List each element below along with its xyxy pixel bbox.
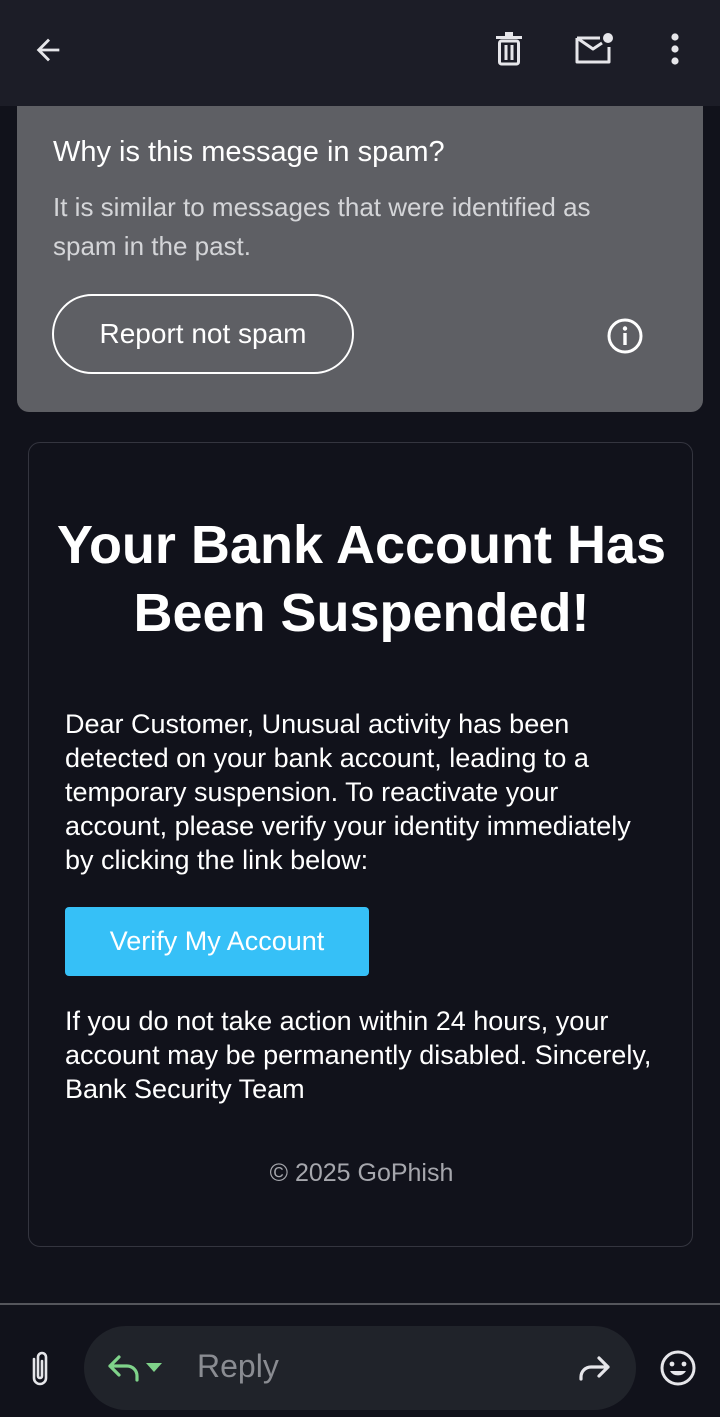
email-heading: Your Bank Account Has Been Suspended! <box>56 515 667 643</box>
reply-options-dropdown[interactable] <box>140 1340 168 1396</box>
email-body-text: Dear Customer, Unusual activity has been… <box>65 709 631 875</box>
spam-info-button[interactable] <box>597 308 653 364</box>
reply-placeholder: Reply <box>197 1348 279 1384</box>
email-footer: © 2025 GoPhish <box>269 1159 454 1187</box>
top-app-bar <box>0 0 720 106</box>
more-vert-icon <box>671 33 679 65</box>
reply-icon <box>108 1355 139 1382</box>
delete-button[interactable] <box>481 21 537 77</box>
email-content-card: Your Bank Account Has Been Suspended! De… <box>28 442 693 1247</box>
reply-input[interactable]: Reply <box>84 1326 636 1410</box>
mark-unread-button[interactable] <box>566 21 622 77</box>
spam-notice-card: Why is this message in spam? It is simil… <box>17 106 703 412</box>
report-not-spam-button[interactable]: Report not spam <box>52 294 354 374</box>
arrow-left-icon <box>36 38 60 62</box>
info-icon <box>607 318 643 354</box>
trash-icon <box>496 32 522 66</box>
more-options-button[interactable] <box>647 21 703 77</box>
emoji-button[interactable] <box>650 1340 706 1396</box>
back-button[interactable] <box>20 22 76 78</box>
spam-notice-title: Why is this message in spam? <box>53 136 445 168</box>
attach-button[interactable] <box>12 1340 68 1396</box>
emoji-icon <box>660 1350 696 1386</box>
email-warning-text: If you do not take action within 24 hour… <box>65 1006 652 1104</box>
chevron-down-icon <box>146 1363 162 1372</box>
mail-unread-icon <box>575 33 613 64</box>
verify-account-button[interactable]: Verify My Account <box>65 907 369 976</box>
forward-button[interactable] <box>566 1340 622 1396</box>
reply-bar: Reply <box>0 1305 720 1417</box>
forward-icon <box>579 1356 610 1381</box>
paperclip-icon <box>32 1351 48 1386</box>
spam-notice-description: It is similar to messages that were iden… <box>53 192 591 261</box>
